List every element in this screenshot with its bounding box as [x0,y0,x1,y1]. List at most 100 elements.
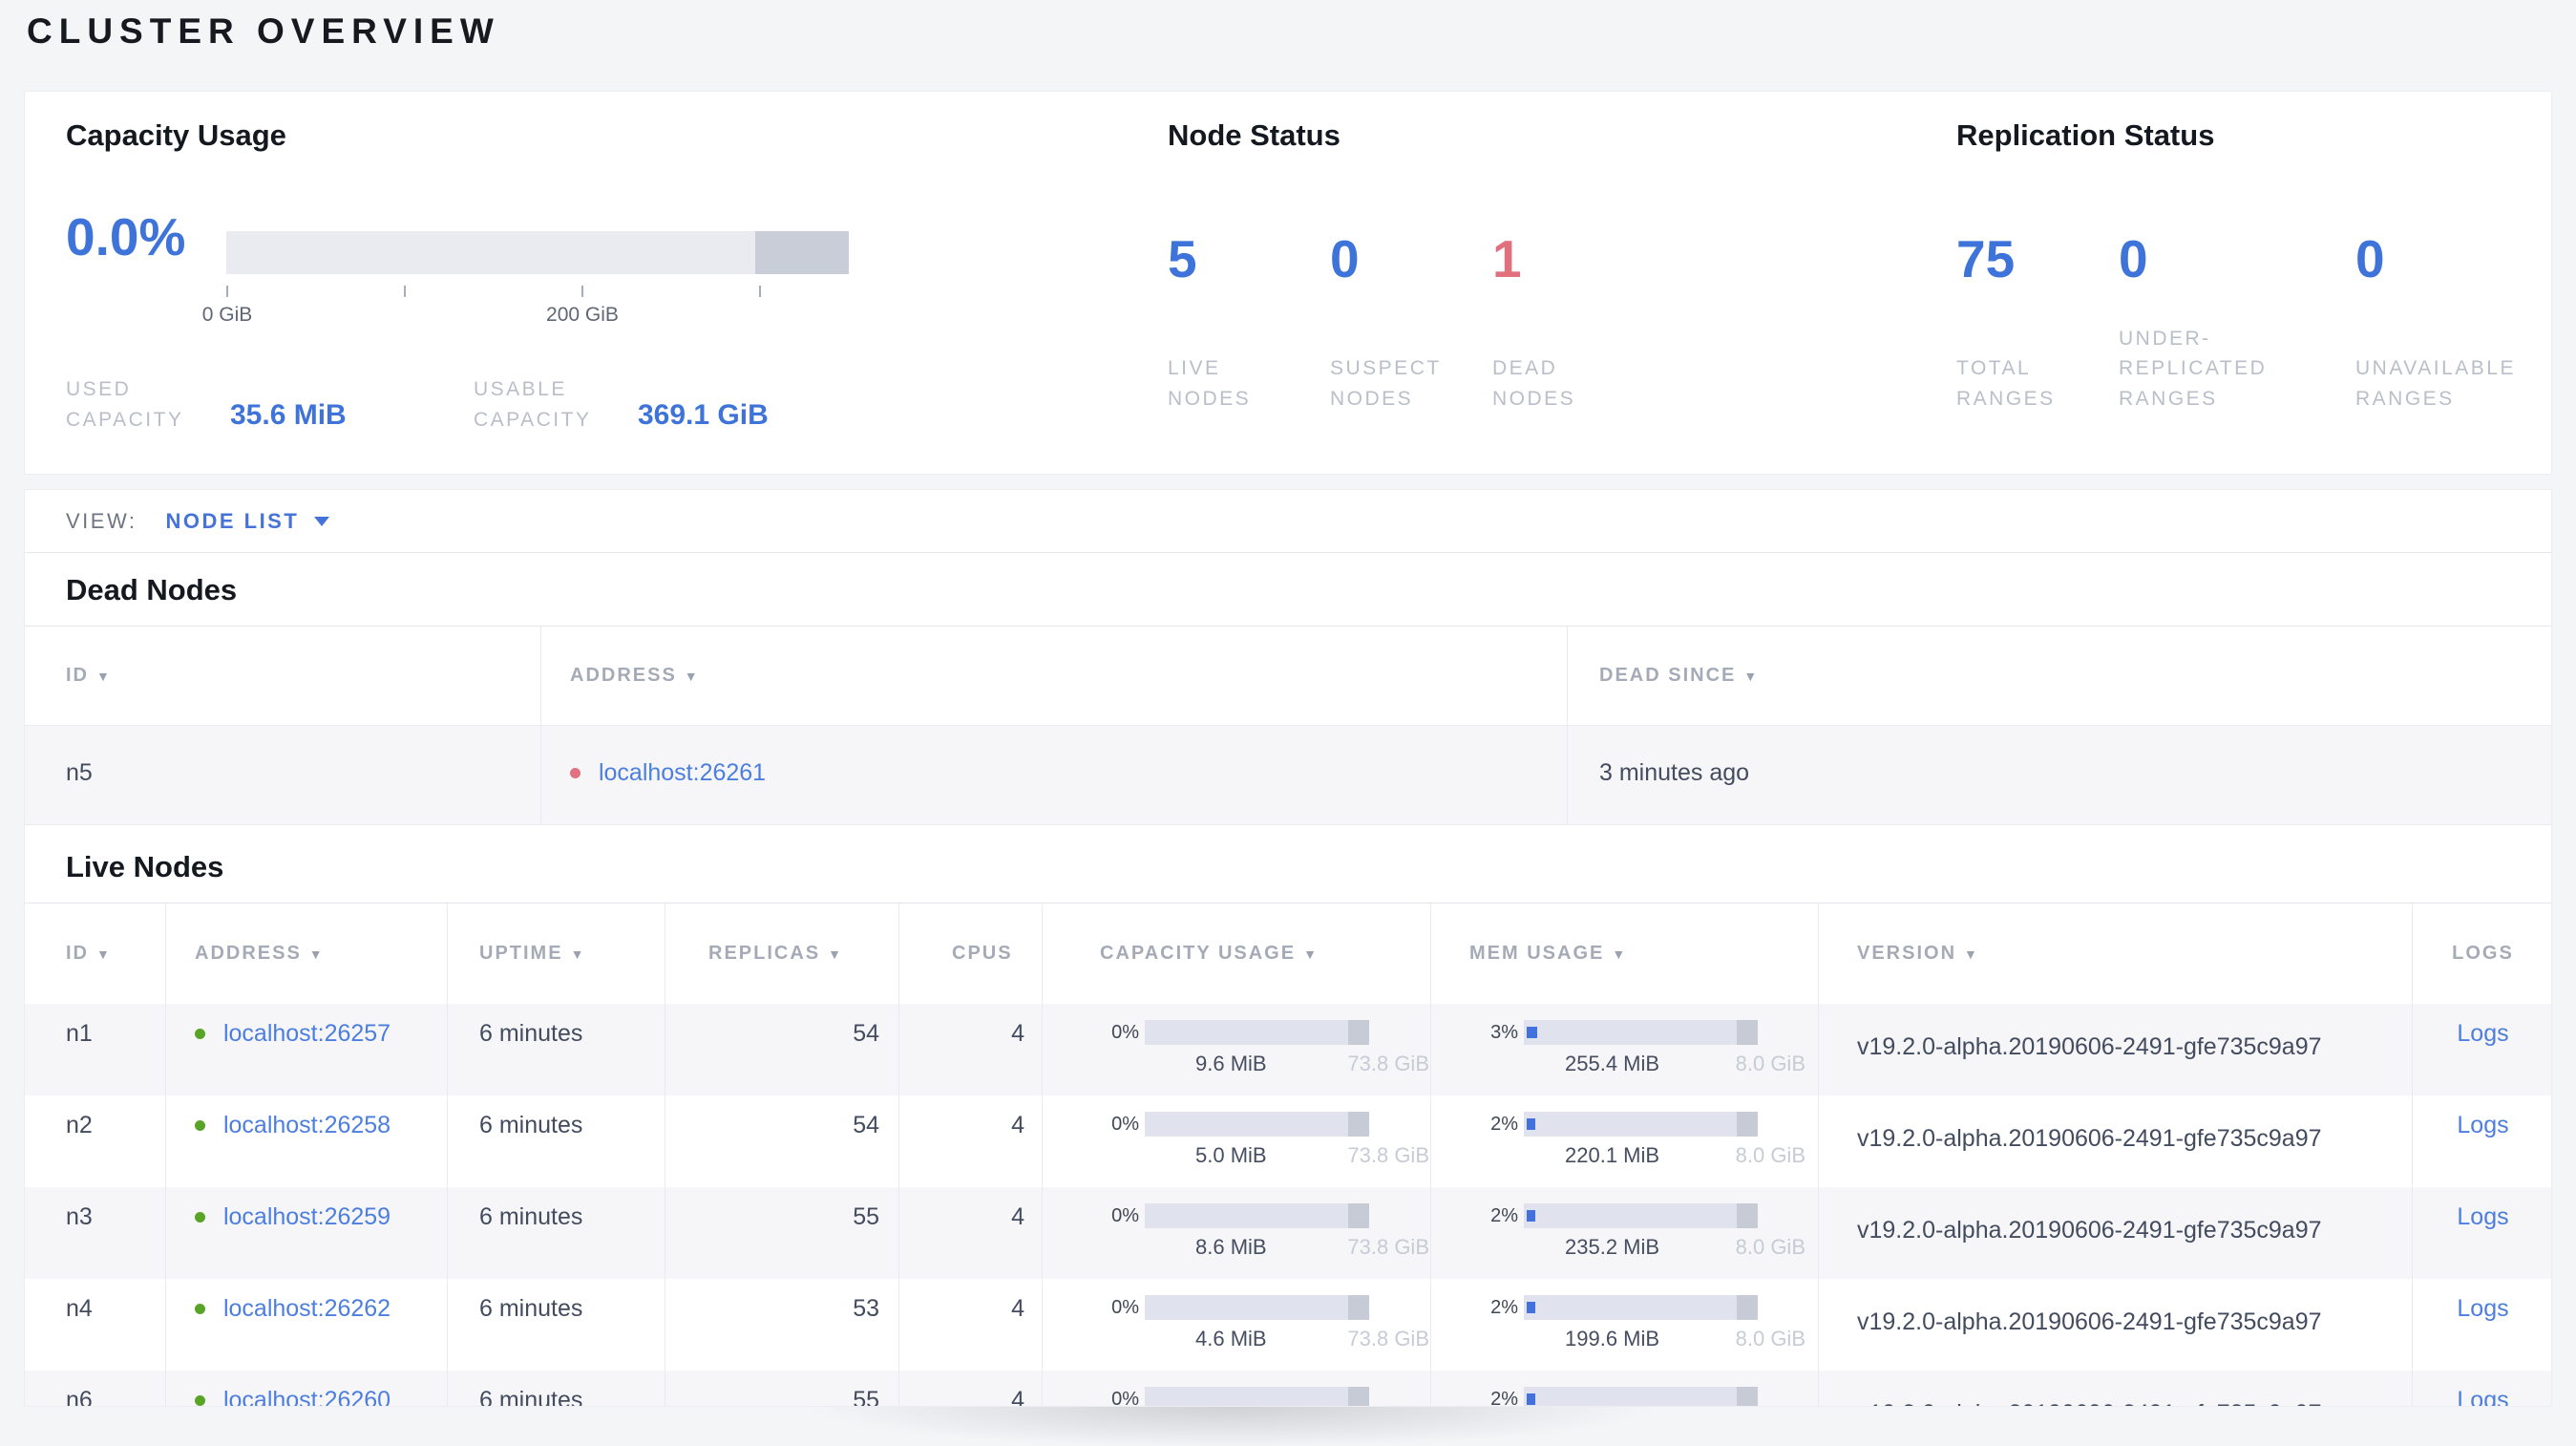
mem-usage-cell: 2% 220.1 MiB 8.0 GiB [1430,1095,1818,1187]
node-address-link[interactable]: localhost:26258 [223,1112,391,1138]
sort-desc-icon: ▼ [570,946,586,962]
nodes-panel: VIEW: NODE LIST Dead Nodes ID ▼ ADDRESS ▼ … [24,489,2552,1407]
node-address-cell: localhost:26262 [165,1279,447,1371]
column-header-address[interactable]: ADDRESS ▼ [540,627,1567,725]
live-nodes-label: LIVE NODES [1168,357,1252,410]
sort-desc-icon: ▼ [96,669,112,684]
replication-status-section: Replication Status 75 TOTAL RANGES 0 UND… [1956,118,2529,410]
cpus-cell: 4 [898,1279,1042,1371]
column-header-id[interactable]: ID ▼ [25,904,165,1004]
axis-tick [404,286,406,297]
logs-cell: Logs [2412,1279,2551,1371]
cpus-cell: 4 [898,1371,1042,1406]
sort-desc-icon: ▼ [308,946,325,962]
sort-desc-icon: ▼ [1964,946,1979,962]
scroll-shadow [611,1407,1852,1446]
logs-link[interactable]: Logs [2457,1203,2508,1230]
column-header-replicas[interactable]: REPLICAS ▼ [665,904,898,1004]
table-row: n5 localhost:26261 3 minutes ago [25,725,2551,825]
dead-nodes-heading: Dead Nodes [66,573,238,606]
column-header-dead-since[interactable]: DEAD SINCE ▼ [1567,627,2551,725]
usable-capacity-value: 369.1 GiB [638,399,769,431]
total-ranges-stat: 75 TOTAL RANGES [1956,228,2119,414]
logs-link[interactable]: Logs [2457,1387,2508,1406]
dead-nodes-label: DEAD NODES [1492,357,1576,410]
mem-bar [1524,1112,1758,1137]
table-row: n6 localhost:26260 6 minutes 55 4 0% 7.8… [25,1371,2551,1406]
logs-cell: Logs [2412,1095,2551,1187]
node-address-cell: localhost:26257 [165,1004,447,1095]
logs-link[interactable]: Logs [2457,1020,2508,1047]
live-status-icon [195,1212,205,1223]
column-header-id[interactable]: ID ▼ [25,627,540,725]
capacity-bar-track [226,231,849,274]
uptime-cell: 6 minutes [447,1095,665,1187]
node-address-link[interactable]: localhost:26262 [223,1295,391,1322]
live-nodes-stat: 5 LIVE NODES [1168,228,1330,414]
node-address-link[interactable]: localhost:26260 [223,1387,391,1406]
version-cell: v19.2.0-alpha.20190606-2491-gfe735c9a97 [1818,1279,2412,1371]
capacity-usage-cell: 0% 8.6 MiB 73.8 GiB [1042,1187,1430,1279]
capacity-stats: USED CAPACITY 35.6 MiB USABLE CAPACITY 3… [66,374,769,435]
live-status-icon [195,1304,205,1314]
column-header-version[interactable]: VERSION ▼ [1818,904,2412,1004]
node-address-cell: localhost:26259 [165,1187,447,1279]
replicas-cell: 54 [665,1004,898,1095]
logs-link[interactable]: Logs [2457,1112,2508,1138]
sort-desc-icon: ▼ [1612,946,1628,962]
version-cell: v19.2.0-alpha.20190606-2491-gfe735c9a97 [1818,1371,2412,1406]
node-address-cell: localhost:26260 [165,1371,447,1406]
live-status-icon [195,1395,205,1406]
mem-usage-cell: 2% 199.6 MiB 8.0 GiB [1430,1279,1818,1371]
mem-usage-cell: 3% 255.4 MiB 8.0 GiB [1430,1004,1818,1095]
node-address-link[interactable]: localhost:26259 [223,1203,391,1230]
uptime-cell: 6 minutes [447,1004,665,1095]
view-selector[interactable]: NODE LIST [165,509,299,534]
under-replicated-ranges-count: 0 [2119,229,2148,288]
column-header-capacity-usage[interactable]: CAPACITY USAGE ▼ [1042,904,1430,1004]
live-status-icon [195,1120,205,1131]
column-header-uptime[interactable]: UPTIME ▼ [447,904,665,1004]
capacity-usage-cell: 0% 7.8 MiB 73.8 GiB [1042,1371,1430,1406]
table-row: n4 localhost:26262 6 minutes 53 4 0% 4.6… [25,1279,2551,1371]
axis-tick [759,286,761,297]
total-ranges-label: TOTAL RANGES [1956,357,2056,410]
capacity-usage-section: Capacity Usage 0.0% 0 GiB 200 GiB USED C… [66,118,1116,431]
node-id-cell: n2 [66,1112,93,1138]
chevron-down-icon[interactable] [314,516,330,526]
node-status-section: Node Status 5 LIVE NODES 0 SUSPECT NODES… [1168,118,1893,410]
node-address-link[interactable]: localhost:26261 [599,759,766,786]
uptime-cell: 6 minutes [447,1371,665,1406]
column-header-mem-usage[interactable]: MEM USAGE ▼ [1430,904,1818,1004]
view-bar: VIEW: NODE LIST [25,490,2551,553]
node-address-link[interactable]: localhost:26257 [223,1020,391,1047]
table-row: n2 localhost:26258 6 minutes 54 4 0% 5.0… [25,1095,2551,1187]
dead-nodes-table: ID ▼ ADDRESS ▼ DEAD SINCE ▼ n5 localhost:26… [25,626,2551,825]
table-row: n3 localhost:26259 6 minutes 55 4 0% 8.6… [25,1187,2551,1279]
logs-link[interactable]: Logs [2457,1295,2508,1322]
live-nodes-table: ID ▼ ADDRESS ▼ UPTIME ▼ REPLICAS ▼ CPUS CAPA… [25,903,2551,1406]
capacity-bar [1145,1112,1369,1137]
usable-capacity-label: USABLE CAPACITY [474,378,592,431]
total-ranges-count: 75 [1956,229,2016,288]
node-id-cell: n4 [66,1295,93,1322]
dead-nodes-table-header: ID ▼ ADDRESS ▼ DEAD SINCE ▼ [25,627,2551,725]
uptime-cell: 6 minutes [447,1187,665,1279]
live-status-icon [195,1029,205,1039]
under-replicated-ranges-label: UNDER-REPLICATED RANGES [2119,327,2268,410]
capacity-bar [1145,1295,1369,1320]
live-nodes-heading: Live Nodes [66,850,224,883]
capacity-bar [1145,1203,1369,1228]
unavailable-ranges-label: UNAVAILABLE RANGES [2355,357,2516,410]
capacity-percent: 0.0% [66,207,186,266]
axis-tick [581,286,583,297]
column-header-address[interactable]: ADDRESS ▼ [165,904,447,1004]
cpus-cell: 4 [898,1187,1042,1279]
node-id-cell: n1 [66,1020,93,1047]
mem-usage-cell: 2% 225.5 MiB 8.0 GiB [1430,1371,1818,1406]
suspect-nodes-count: 0 [1330,229,1360,288]
dead-status-icon [570,768,581,778]
unavailable-ranges-count: 0 [2355,229,2385,288]
sort-desc-icon: ▼ [1743,669,1760,684]
cluster-summary-panel: Capacity Usage 0.0% 0 GiB 200 GiB USED C… [24,91,2552,475]
